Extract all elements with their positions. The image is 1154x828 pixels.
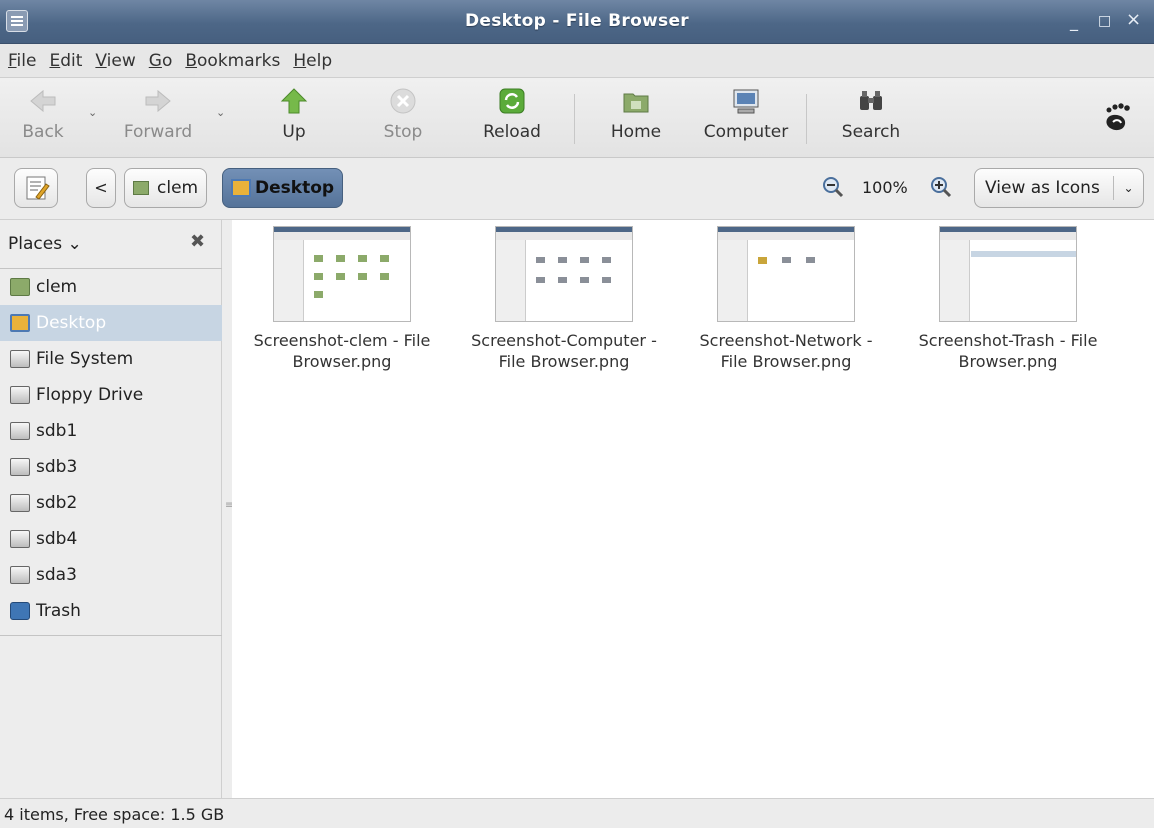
file-item[interactable]: Screenshot-Network - File Browser.png	[686, 226, 886, 372]
location-bar: < clem Desktop 100% View as Icons ⌄	[0, 158, 1154, 220]
computer-icon	[733, 89, 759, 114]
computer-button[interactable]: Computer	[700, 86, 792, 142]
up-arrow-icon	[280, 88, 308, 114]
path-scroll-left-button[interactable]: <	[86, 168, 116, 208]
forward-button[interactable]: Forward	[118, 86, 198, 142]
back-history-dropdown[interactable]: ⌄	[88, 106, 97, 119]
file-item[interactable]: Screenshot-Computer - File Browser.png	[464, 226, 664, 372]
drive-icon	[10, 422, 30, 440]
close-sidebar-icon[interactable]: ✖	[190, 231, 205, 252]
menu-edit[interactable]: Edit	[49, 51, 82, 71]
menu-go[interactable]: Go	[149, 51, 173, 71]
window-title: Desktop - File Browser	[464, 11, 689, 31]
place-sda3[interactable]: sda3	[0, 557, 222, 593]
file-name: Screenshot-clem - File Browser.png	[253, 331, 431, 371]
reload-icon	[499, 88, 525, 114]
toolbar: Back ⌄ Forward ⌄ Up Stop Reload Home Com…	[0, 78, 1154, 158]
place-sdb2[interactable]: sdb2	[0, 485, 222, 521]
drive-icon	[10, 566, 30, 584]
file-name: Screenshot-Computer - File Browser.png	[471, 331, 657, 371]
binoculars-icon	[860, 91, 882, 110]
menu-help[interactable]: Help	[293, 51, 332, 71]
desktop-icon	[231, 179, 251, 197]
sidebar-type-selector[interactable]: Places ⌄	[8, 234, 82, 254]
drive-icon	[10, 386, 30, 404]
menu-view[interactable]: View	[95, 51, 135, 71]
menu-bar: File Edit View Go Bookmarks Help	[0, 44, 1154, 78]
gnome-foot-icon	[1106, 103, 1130, 131]
menu-file[interactable]: File	[8, 51, 36, 71]
home-folder-icon	[133, 181, 149, 195]
drive-icon	[10, 350, 30, 368]
chevron-down-icon: ⌄	[1113, 176, 1143, 200]
place-trash[interactable]: Trash	[0, 593, 222, 629]
home-button[interactable]: Home	[606, 86, 666, 142]
place-file-system[interactable]: File System	[0, 341, 222, 377]
toolbar-separator	[806, 94, 807, 144]
icon-view[interactable]: Screenshot-clem - File Browser.png Scree…	[232, 220, 1154, 798]
back-button[interactable]: Back	[18, 86, 68, 142]
places-list: clem Desktop File System Floppy Drive sd…	[0, 268, 222, 636]
back-arrow-icon	[30, 89, 56, 113]
place-floppy-drive[interactable]: Floppy Drive	[0, 377, 222, 413]
forward-arrow-icon	[145, 89, 171, 113]
trash-icon	[10, 602, 30, 620]
place-sdb3[interactable]: sdb3	[0, 449, 222, 485]
maximize-button[interactable]: □	[1098, 13, 1111, 29]
drive-icon	[10, 494, 30, 512]
drive-icon	[10, 458, 30, 476]
status-bar: 4 items, Free space: 1.5 GB	[0, 798, 1154, 828]
desktop-icon	[10, 314, 30, 332]
toolbar-separator	[574, 94, 575, 144]
drive-icon	[10, 530, 30, 548]
menu-bookmarks[interactable]: Bookmarks	[185, 51, 280, 71]
place-sdb1[interactable]: sdb1	[0, 413, 222, 449]
breadcrumb-clem[interactable]: clem	[124, 168, 208, 208]
view-mode-select[interactable]: View as Icons ⌄	[974, 168, 1144, 208]
file-thumbnail	[273, 226, 411, 322]
file-thumbnail	[939, 226, 1077, 322]
close-button[interactable]: ×	[1126, 9, 1141, 30]
stop-icon	[390, 88, 416, 114]
title-bar: Desktop - File Browser _ □ ×	[0, 0, 1154, 44]
place-desktop[interactable]: Desktop	[0, 305, 222, 341]
search-button[interactable]: Search	[838, 86, 904, 142]
folder-icon	[10, 278, 30, 296]
file-item[interactable]: Screenshot-Trash - File Browser.png	[908, 226, 1108, 372]
stop-button[interactable]: Stop	[380, 86, 426, 142]
sidebar: Places ⌄ ✖ clem Desktop File System Flop…	[0, 220, 222, 798]
file-thumbnail	[717, 226, 855, 322]
up-button[interactable]: Up	[274, 86, 314, 142]
minimize-button[interactable]: _	[1070, 12, 1078, 31]
zoom-out-icon[interactable]	[822, 176, 844, 198]
place-clem[interactable]: clem	[0, 269, 222, 305]
reload-button[interactable]: Reload	[480, 86, 544, 142]
home-folder-icon	[623, 93, 649, 113]
text-editor-icon	[26, 176, 50, 200]
file-name: Screenshot-Network - File Browser.png	[699, 331, 873, 371]
place-sdb4[interactable]: sdb4	[0, 521, 222, 557]
breadcrumb-desktop[interactable]: Desktop	[222, 168, 344, 208]
zoom-level[interactable]: 100%	[862, 178, 908, 197]
forward-history-dropdown[interactable]: ⌄	[216, 106, 225, 119]
file-item[interactable]: Screenshot-clem - File Browser.png	[242, 226, 442, 372]
toggle-location-entry-button[interactable]	[14, 168, 58, 208]
file-thumbnail	[495, 226, 633, 322]
file-name: Screenshot-Trash - File Browser.png	[918, 331, 1098, 371]
zoom-in-icon[interactable]	[930, 176, 952, 198]
